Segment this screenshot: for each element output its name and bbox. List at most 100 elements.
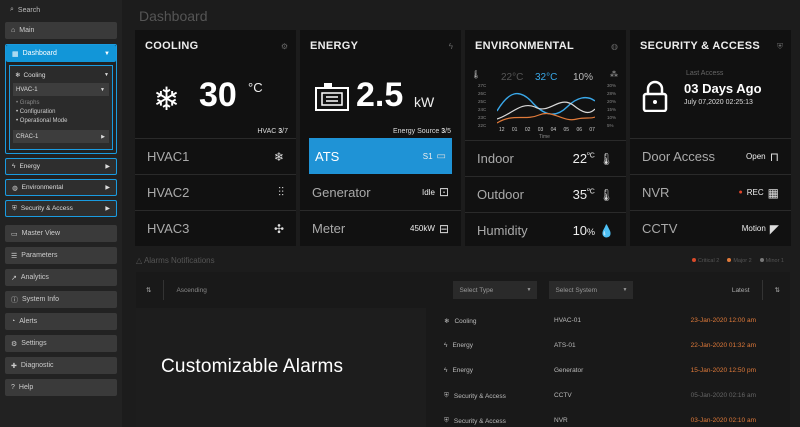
submenu-graphs[interactable]: • Graphs xyxy=(13,99,109,108)
left-axis-tick: 27C xyxy=(478,83,487,88)
crac-select[interactable]: CRAC-1 ▶ xyxy=(13,130,109,143)
nav-parameters[interactable]: ☰ Parameters xyxy=(5,247,117,264)
nvr-row[interactable]: NVR ● REC ▦ xyxy=(630,174,791,210)
x-tick: 01 xyxy=(511,127,518,133)
door-access-row[interactable]: Door Access Open ⊓ xyxy=(630,138,791,174)
latest-label[interactable]: Latest xyxy=(732,287,750,294)
search-icon: ⌕ xyxy=(10,6,14,13)
nav-master-view[interactable]: ▭ Master View xyxy=(5,225,117,242)
meter-label: Meter xyxy=(312,221,346,236)
info-icon: ⓘ xyxy=(11,296,18,304)
energy-caption-total: /5 xyxy=(445,128,451,135)
generator-row[interactable]: Generator Idle ⊡ xyxy=(300,174,461,210)
chevron-down-icon: ▼ xyxy=(104,50,110,57)
row-type: Energy xyxy=(452,342,474,349)
nav-help[interactable]: ? Help xyxy=(5,379,117,396)
dashboard-group: ▦ Dashboard ▼ ❄ Cooling ▼ HVAC-1 ▼ • Gra… xyxy=(5,44,117,154)
nav-diagnostic[interactable]: ✚ Diagnostic xyxy=(5,357,117,374)
droplet-icon: 💧 xyxy=(599,223,614,238)
sort-label[interactable]: Ascending xyxy=(176,287,441,294)
hvac3-row[interactable]: HVAC3 ✣ xyxy=(135,210,296,246)
row-date: 15-Jan-2020 12:50 pm xyxy=(690,367,756,374)
temp-low: 22°C xyxy=(501,72,524,83)
left-axis: 27C 26C 25C 24C 23C 22C xyxy=(478,82,486,130)
energy-caption: Energy Source 3/5 xyxy=(393,128,451,135)
nav-settings[interactable]: ⚙ Settings xyxy=(5,335,117,352)
generator-value: Idle xyxy=(422,187,435,197)
select-system-text: Select System xyxy=(555,286,597,294)
search-box[interactable]: ⌕ Search xyxy=(5,3,117,17)
select-type[interactable]: Select Type ▼ xyxy=(453,281,538,299)
ats-value: S1 xyxy=(422,151,433,161)
cooling-caption: HVAC 3/7 xyxy=(257,128,288,135)
last-access-value: 03 Days Ago xyxy=(684,81,762,96)
x-tick: 04 xyxy=(550,127,557,133)
cctv-row[interactable]: CCTV Motion ◤ xyxy=(630,210,791,246)
cooling-submenu-label: Cooling xyxy=(23,71,46,79)
bolt-icon: ϟ xyxy=(12,163,16,170)
table-row[interactable]: ⛨ Security & Access CCTV 05-Jan-2020 02:1… xyxy=(136,383,790,408)
chart-line-white xyxy=(497,101,595,120)
cooling-submenu-head[interactable]: ❄ Cooling ▼ xyxy=(13,68,109,82)
outdoor-row[interactable]: Outdoor 35ºC 🌡 xyxy=(465,176,626,212)
generator-icon xyxy=(314,82,350,117)
legend-minor-label: Minor 1 xyxy=(765,258,784,264)
cooling-submenu: ❄ Cooling ▼ HVAC-1 ▼ • Graphs • Configur… xyxy=(9,65,113,150)
table-row[interactable]: ❄ Cooling HVAC-01 23-Jan-2020 12:00 am xyxy=(136,308,790,333)
right-axis-tick: 30% xyxy=(606,83,616,88)
page-title: Dashboard xyxy=(139,8,208,24)
gear-icon[interactable]: ⚙ xyxy=(281,42,288,51)
divider xyxy=(761,280,763,300)
nav-security[interactable]: ⛨ Security & Access ▶ xyxy=(5,200,117,217)
x-tick: 12 xyxy=(499,127,505,133)
table-row[interactable]: ϟ Energy ATS-01 22-Jan-2020 01:32 am xyxy=(136,333,790,358)
chart-line-orange xyxy=(497,113,595,124)
row-type: Security & Access xyxy=(453,392,506,400)
table-row[interactable]: ⛨ Security & Access NVR 03-Jan-2020 02:10… xyxy=(136,408,790,427)
chevron-right-icon: ▶ xyxy=(105,185,110,191)
nav-energy[interactable]: ϟ Energy ▶ xyxy=(5,158,117,175)
search-label: Search xyxy=(17,6,41,14)
hvac2-row[interactable]: HVAC2 ⫶⫶ xyxy=(135,174,296,210)
hvac1-row[interactable]: HVAC1 ❄ xyxy=(135,138,296,174)
bolt-icon[interactable]: ϟ xyxy=(449,42,453,51)
globe-icon[interactable]: ◍ xyxy=(611,42,618,51)
nav-environmental[interactable]: ◍ Environmental ▶ xyxy=(5,179,117,196)
submenu-configuration[interactable]: • Configuration xyxy=(13,108,109,117)
ats-row[interactable]: ATS S1 ▭ xyxy=(309,138,452,174)
ats-label: ATS xyxy=(315,148,340,164)
nav-alerts[interactable]: ◔ Alerts xyxy=(5,313,117,330)
meter-row[interactable]: Meter 450kW ⊟ xyxy=(300,210,461,246)
submenu-operational-mode[interactable]: • Operational Mode xyxy=(13,117,109,126)
airflow-icon: ⫶⫶ xyxy=(277,185,284,199)
alarms-title: △ Alarms Notifications xyxy=(136,256,215,265)
select-system[interactable]: Select System ▼ xyxy=(549,281,634,299)
home-icon: ⌂ xyxy=(11,27,16,34)
legend-dot xyxy=(727,258,732,262)
row-date: 22-Jan-2020 01:32 am xyxy=(690,342,756,349)
x-axis: 12 01 02 03 04 05 06 07 xyxy=(499,127,595,133)
nav-dashboard[interactable]: ▦ Dashboard ▼ xyxy=(6,45,116,62)
nav-system-info[interactable]: ⓘ System Info xyxy=(5,291,117,308)
left-axis-tick: 22C xyxy=(478,123,487,128)
row-strip xyxy=(136,333,426,358)
nav-main[interactable]: ⌂ Main xyxy=(5,22,117,39)
last-access-date: July 07,2020 02:25:13 xyxy=(684,99,753,106)
shield-icon[interactable]: ⛨ xyxy=(777,42,783,52)
chevron-right-icon: ▶ xyxy=(105,206,110,212)
legend-minor: Minor 1 xyxy=(759,258,784,264)
cooling-card-title: COOLING xyxy=(145,40,199,52)
sort-icon[interactable]: ⇅ xyxy=(775,286,780,294)
indoor-label: Indoor xyxy=(477,151,514,166)
humidity-row[interactable]: Humidity 10% 💧 xyxy=(465,212,626,248)
energy-card-title: ENERGY xyxy=(310,40,359,52)
droplet-icon: ⁂ xyxy=(610,70,618,79)
humidity-label: Humidity xyxy=(477,223,528,238)
hvac-select[interactable]: HVAC-1 ▼ xyxy=(13,83,109,96)
submenu-configuration-label: Configuration xyxy=(19,109,56,115)
nvr-value: REC xyxy=(746,188,764,197)
sort-icon[interactable]: ⇅ xyxy=(146,286,151,294)
door-icon: ⊓ xyxy=(769,149,779,164)
indoor-row[interactable]: Indoor 22ºC 🌡 xyxy=(465,140,626,176)
nav-analytics[interactable]: ↗ Analytics xyxy=(5,269,117,286)
